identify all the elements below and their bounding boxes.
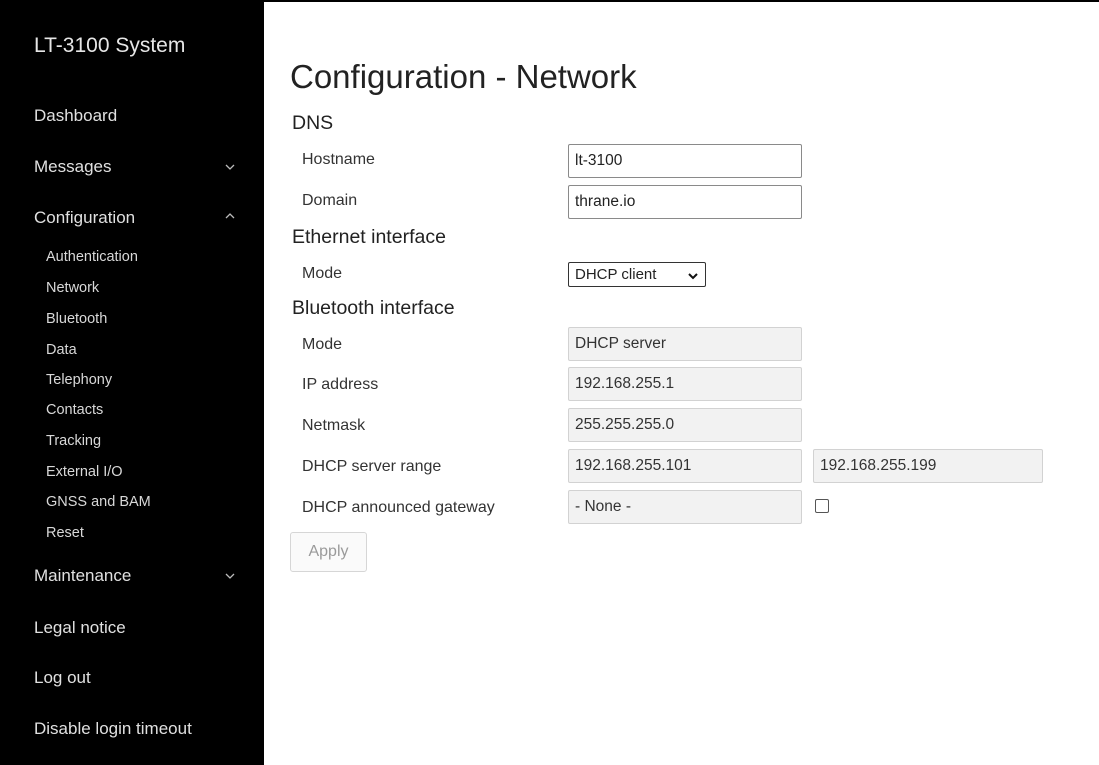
sub-item-telephony[interactable]: Telephony: [46, 372, 112, 388]
chevron-down-icon: [224, 571, 238, 585]
dhcp-gateway-field: - None -: [568, 490, 802, 524]
domain-input[interactable]: thrane.io: [568, 185, 802, 219]
nav-messages-label: Messages: [34, 157, 112, 176]
sub-item-reset[interactable]: Reset: [46, 525, 84, 541]
ethernet-mode-select[interactable]: DHCP client: [568, 262, 706, 287]
ethernet-mode-value: DHCP client: [575, 266, 657, 283]
ethernet-heading: Ethernet interface: [292, 226, 446, 248]
sub-item-tracking[interactable]: Tracking: [46, 433, 101, 449]
domain-label: Domain: [302, 192, 358, 209]
ethernet-mode-label: Mode: [302, 265, 343, 282]
brand-title: LT-3100 System: [34, 34, 186, 57]
dhcp-range-end-field: 192.168.255.199: [813, 449, 1043, 483]
nav-disable-login-timeout[interactable]: Disable login timeout: [34, 719, 244, 739]
nav-maintenance[interactable]: Maintenance: [34, 566, 244, 586]
nav-dashboard[interactable]: Dashboard: [34, 106, 244, 126]
bt-ip-field: 192.168.255.1: [568, 367, 802, 401]
sub-item-contacts[interactable]: Contacts: [46, 402, 103, 418]
chevron-down-icon: [224, 162, 238, 176]
dns-heading: DNS: [292, 112, 334, 134]
nav-log-out-label: Log out: [34, 668, 91, 687]
nav-maintenance-label: Maintenance: [34, 566, 132, 585]
bt-netmask-field: 255.255.255.0: [568, 408, 802, 442]
dhcp-gateway-label: DHCP announced gateway: [302, 499, 495, 516]
nav-disable-login-timeout-label: Disable login timeout: [34, 719, 192, 738]
bt-mode-label: Mode: [302, 336, 343, 353]
bt-ip-label: IP address: [302, 376, 379, 393]
sub-item-bluetooth[interactable]: Bluetooth: [46, 311, 107, 327]
dhcp-range-start-field: 192.168.255.101: [568, 449, 802, 483]
dhcp-gateway-checkbox[interactable]: [815, 499, 829, 513]
sidebar: LT-3100 System Dashboard Messages Config…: [0, 0, 264, 765]
bt-netmask-label: Netmask: [302, 417, 366, 434]
bluetooth-heading: Bluetooth interface: [292, 297, 455, 319]
nav-legal-notice[interactable]: Legal notice: [34, 618, 244, 638]
hostname-input[interactable]: lt-3100: [568, 144, 802, 178]
nav-messages[interactable]: Messages: [34, 157, 244, 177]
sub-item-data[interactable]: Data: [46, 342, 77, 358]
dhcp-range-label: DHCP server range: [302, 458, 442, 475]
main-content: Configuration - Network DNS Hostname lt-…: [264, 0, 1099, 765]
chevron-up-icon: [224, 211, 238, 225]
nav-log-out[interactable]: Log out: [34, 668, 244, 688]
sub-item-gnss-bam[interactable]: GNSS and BAM: [46, 494, 151, 510]
bt-mode-field: DHCP server: [568, 327, 802, 361]
nav-configuration-label: Configuration: [34, 208, 136, 227]
nav-dashboard-label: Dashboard: [34, 106, 118, 125]
nav-legal-notice-label: Legal notice: [34, 618, 126, 637]
page-title: Configuration - Network: [290, 58, 637, 95]
sub-item-external-io[interactable]: External I/O: [46, 464, 123, 480]
sub-item-authentication[interactable]: Authentication: [46, 249, 138, 265]
sub-item-network[interactable]: Network: [46, 280, 99, 296]
chevron-down-icon: [687, 269, 699, 281]
apply-button[interactable]: Apply: [290, 532, 367, 572]
hostname-label: Hostname: [302, 151, 375, 168]
nav-configuration[interactable]: Configuration: [34, 208, 244, 228]
